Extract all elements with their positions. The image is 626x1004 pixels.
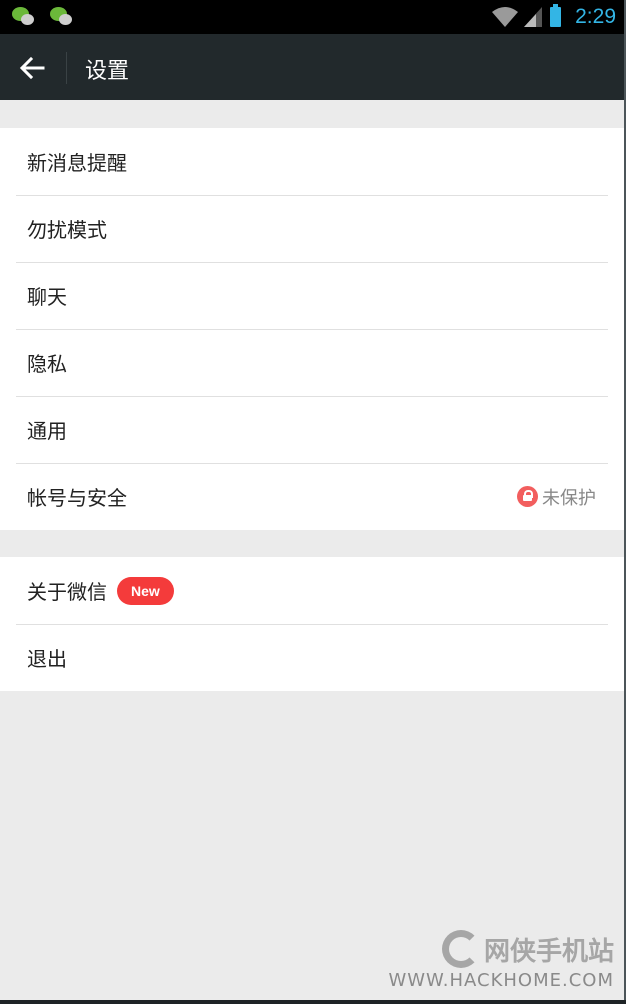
settings-item-label: 关于微信 [27,580,107,604]
settings-item-general[interactable]: 通用 [0,396,624,463]
settings-item-label: 新消息提醒 [27,151,127,175]
settings-item-label: 聊天 [27,285,67,309]
wechat-icon [50,7,76,27]
settings-item-do-not-disturb[interactable]: 勿扰模式 [0,195,624,262]
new-badge: New [117,576,174,605]
settings-item-label: 帐号与安全 [27,486,127,510]
settings-item-privacy[interactable]: 隐私 [0,329,624,396]
settings-group-secondary: 关于微信 New 退出 [0,557,624,691]
settings-item-label: 通用 [27,419,67,443]
watermark-url: WWW.HACKHOME.COM [388,970,614,991]
settings-item-notifications[interactable]: 新消息提醒 [0,128,624,195]
wechat-icon [12,7,38,27]
settings-item-about-wechat[interactable]: 关于微信 New [0,557,624,624]
account-protection-status: 未保护 [517,463,596,530]
watermark: 网侠手机站 WWW.HACKHOME.COM [388,930,614,991]
protection-status-text: 未保护 [542,487,596,509]
clock: 2:29 [575,5,616,28]
settings-item-chat[interactable]: 聊天 [0,262,624,329]
watermark-logo-icon [441,930,480,968]
system-icons: 2:29 [492,2,616,32]
back-button[interactable] [16,52,48,84]
settings-item-account-security[interactable]: 帐号与安全 未保护 [0,463,624,530]
settings-group-main: 新消息提醒 勿扰模式 聊天 隐私 通用 帐号与安全 未保护 [0,128,624,530]
screen: 2:29 设置 新消息提醒 勿扰模式 聊天 隐私 通用 帐号与安全 未保护 关于… [0,0,624,1000]
settings-item-label: 退出 [27,647,67,671]
action-bar: 设置 [0,34,624,100]
action-bar-divider [66,52,67,84]
status-bar: 2:29 [0,0,624,34]
page-title: 设置 [85,59,130,84]
settings-item-label: 勿扰模式 [27,218,107,242]
settings-item-label: 隐私 [27,352,67,376]
battery-icon [550,4,562,27]
arrow-left-icon [19,56,45,80]
wifi-icon [492,7,519,27]
watermark-name: 网侠手机站 [483,936,614,967]
settings-item-logout[interactable]: 退出 [0,624,624,691]
lock-icon [517,486,538,507]
notification-icons [12,7,76,27]
signal-icon [524,7,543,27]
screen-edge [0,1000,626,1004]
